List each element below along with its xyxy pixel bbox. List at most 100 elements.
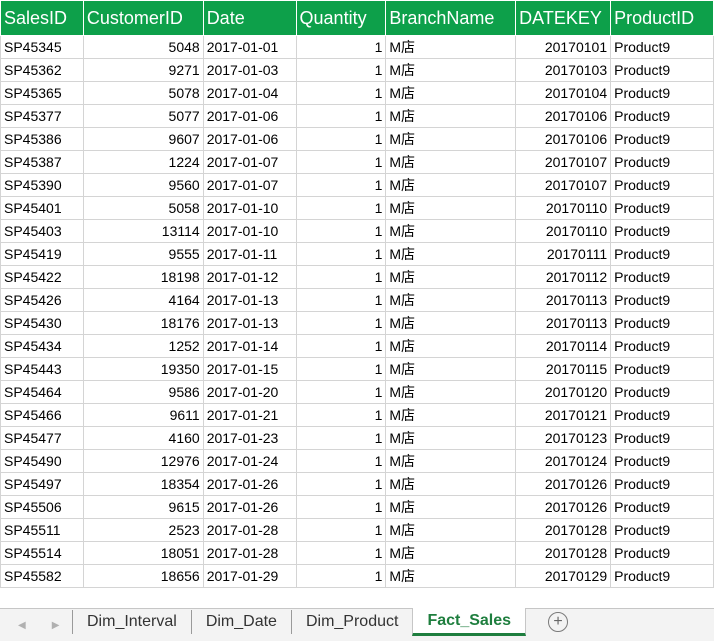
cell-quantity[interactable]: 1 [295,449,387,473]
cell-salesid[interactable]: SP45514 [0,541,84,565]
cell-customerid[interactable]: 18198 [82,265,204,289]
cell-date[interactable]: 2017-01-26 [202,495,297,519]
cell-datekey[interactable]: 20170110 [515,196,612,220]
cell-branchname[interactable]: M店 [385,104,517,128]
cell-customerid[interactable]: 9560 [82,173,204,197]
cell-productid[interactable]: Product9 [610,380,714,404]
cell-datekey[interactable]: 20170103 [515,58,612,82]
cell-salesid[interactable]: SP45390 [0,173,84,197]
cell-customerid[interactable]: 2523 [82,518,204,542]
cell-customerid[interactable]: 9555 [82,242,204,266]
cell-salesid[interactable]: SP45477 [0,426,84,450]
cell-quantity[interactable]: 1 [295,472,387,496]
col-header-datekey[interactable]: DATEKEY [515,0,612,36]
cell-productid[interactable]: Product9 [610,311,714,335]
cell-quantity[interactable]: 1 [295,265,387,289]
cell-productid[interactable]: Product9 [610,495,714,519]
cell-datekey[interactable]: 20170126 [515,472,612,496]
cell-datekey[interactable]: 20170128 [515,518,612,542]
cell-date[interactable]: 2017-01-28 [202,518,297,542]
cell-branchname[interactable]: M店 [385,495,517,519]
cell-quantity[interactable]: 1 [295,311,387,335]
cell-date[interactable]: 2017-01-01 [202,35,297,59]
cell-salesid[interactable]: SP45419 [0,242,84,266]
cell-date[interactable]: 2017-01-28 [202,541,297,565]
cell-productid[interactable]: Product9 [610,81,714,105]
cell-productid[interactable]: Product9 [610,35,714,59]
cell-productid[interactable]: Product9 [610,426,714,450]
cell-quantity[interactable]: 1 [295,380,387,404]
cell-salesid[interactable]: SP45401 [0,196,84,220]
cell-date[interactable]: 2017-01-03 [202,58,297,82]
col-header-customerid[interactable]: CustomerID [82,0,204,36]
cell-branchname[interactable]: M店 [385,357,517,381]
cell-productid[interactable]: Product9 [610,265,714,289]
cell-quantity[interactable]: 1 [295,35,387,59]
cell-productid[interactable]: Product9 [610,196,714,220]
cell-productid[interactable]: Product9 [610,127,714,151]
cell-salesid[interactable]: SP45464 [0,380,84,404]
cell-productid[interactable]: Product9 [610,173,714,197]
cell-quantity[interactable]: 1 [295,242,387,266]
cell-branchname[interactable]: M店 [385,311,517,335]
cell-salesid[interactable]: SP45582 [0,564,84,588]
col-header-salesid[interactable]: SalesID [0,0,84,36]
scroll-left-icon[interactable]: ◀ [18,620,26,631]
cell-quantity[interactable]: 1 [295,426,387,450]
cell-salesid[interactable]: SP45403 [0,219,84,243]
cell-customerid[interactable]: 18354 [82,472,204,496]
cell-date[interactable]: 2017-01-04 [202,81,297,105]
cell-salesid[interactable]: SP45430 [0,311,84,335]
cell-productid[interactable]: Product9 [610,541,714,565]
cell-date[interactable]: 2017-01-26 [202,472,297,496]
cell-datekey[interactable]: 20170107 [515,173,612,197]
cell-branchname[interactable]: M店 [385,242,517,266]
tab-dim-interval[interactable]: Dim_Interval [72,610,191,634]
cell-datekey[interactable]: 20170126 [515,495,612,519]
cell-customerid[interactable]: 9607 [82,127,204,151]
cell-datekey[interactable]: 20170124 [515,449,612,473]
add-sheet-button[interactable]: + [548,612,569,632]
cell-productid[interactable]: Product9 [610,449,714,473]
cell-salesid[interactable]: SP45386 [0,127,84,151]
cell-branchname[interactable]: M店 [385,219,517,243]
cell-salesid[interactable]: SP45434 [0,334,84,358]
cell-datekey[interactable]: 20170113 [515,288,612,312]
cell-date[interactable]: 2017-01-06 [202,104,297,128]
cell-date[interactable]: 2017-01-11 [202,242,297,266]
cell-datekey[interactable]: 20170113 [515,311,612,335]
cell-customerid[interactable]: 5048 [82,35,204,59]
cell-customerid[interactable]: 18051 [82,541,204,565]
cell-salesid[interactable]: SP45506 [0,495,84,519]
cell-date[interactable]: 2017-01-10 [202,196,297,220]
cell-datekey[interactable]: 20170114 [515,334,612,358]
cell-productid[interactable]: Product9 [610,518,714,542]
col-header-date[interactable]: Date [202,0,297,36]
cell-productid[interactable]: Product9 [610,564,714,588]
cell-salesid[interactable]: SP45362 [0,58,84,82]
cell-quantity[interactable]: 1 [295,495,387,519]
cell-date[interactable]: 2017-01-07 [202,150,297,174]
cell-quantity[interactable]: 1 [295,150,387,174]
cell-productid[interactable]: Product9 [610,288,714,312]
cell-branchname[interactable]: M店 [385,35,517,59]
cell-date[interactable]: 2017-01-23 [202,426,297,450]
cell-productid[interactable]: Product9 [610,472,714,496]
cell-quantity[interactable]: 1 [295,173,387,197]
cell-datekey[interactable]: 20170104 [515,81,612,105]
cell-datekey[interactable]: 20170110 [515,219,612,243]
cell-branchname[interactable]: M店 [385,288,517,312]
cell-salesid[interactable]: SP45497 [0,472,84,496]
cell-datekey[interactable]: 20170111 [515,242,612,266]
cell-datekey[interactable]: 20170112 [515,265,612,289]
cell-branchname[interactable]: M店 [385,518,517,542]
cell-customerid[interactable]: 9615 [82,495,204,519]
cell-customerid[interactable]: 13114 [82,219,204,243]
cell-datekey[interactable]: 20170120 [515,380,612,404]
cell-customerid[interactable]: 4164 [82,288,204,312]
cell-date[interactable]: 2017-01-21 [202,403,297,427]
cell-quantity[interactable]: 1 [295,541,387,565]
cell-customerid[interactable]: 12976 [82,449,204,473]
cell-salesid[interactable]: SP45377 [0,104,84,128]
col-header-quantity[interactable]: Quantity [295,0,387,36]
